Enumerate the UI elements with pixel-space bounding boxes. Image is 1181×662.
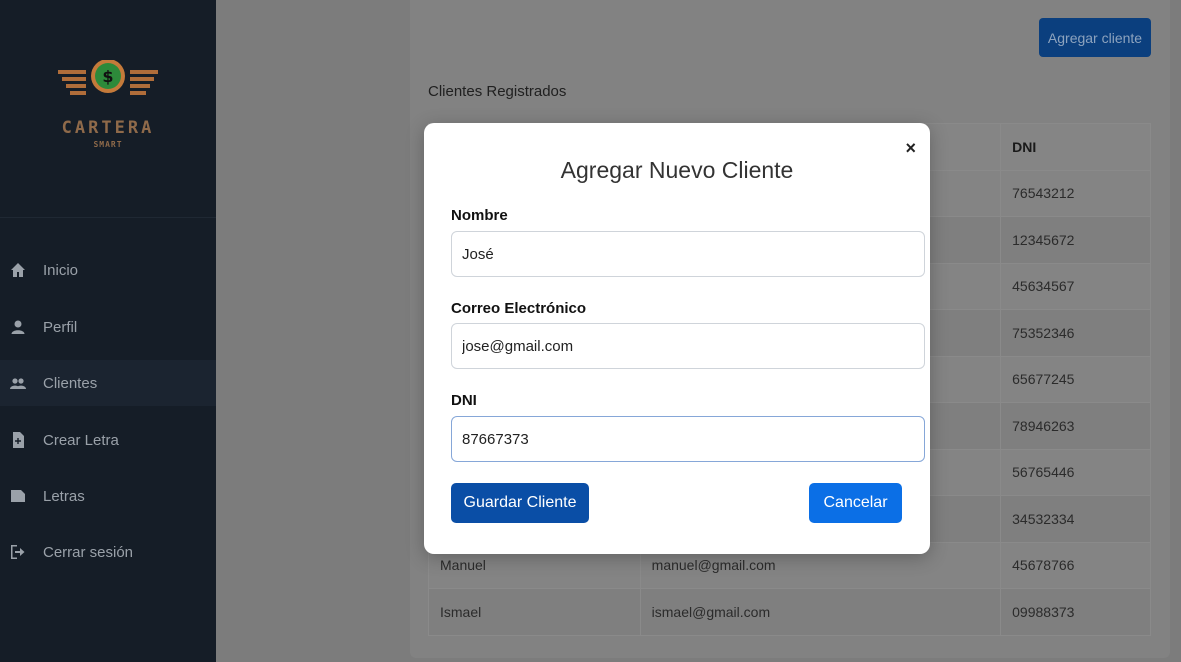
table-row: Ismael ismael@gmail.com 09988373	[428, 588, 1151, 636]
cell-dni: 34532334	[1000, 495, 1151, 543]
close-icon[interactable]: ×	[905, 139, 916, 157]
sidebar-item-label: Letras	[43, 487, 85, 505]
home-icon	[10, 262, 26, 278]
dni-input[interactable]	[451, 416, 925, 462]
cancel-button[interactable]: Cancelar	[809, 483, 902, 523]
cell-email: ismael@gmail.com	[639, 588, 1002, 636]
sidebar-item-label: Clientes	[43, 374, 98, 392]
brand-subtitle: SMART	[93, 140, 123, 149]
save-client-button[interactable]: Guardar Cliente	[451, 483, 589, 523]
cell-dni: 45678766	[1000, 541, 1151, 589]
email-field[interactable]	[451, 323, 925, 369]
cell-dni: 09988373	[1000, 588, 1151, 636]
user-icon	[10, 319, 26, 335]
sidebar-item-perfil[interactable]: Perfil	[0, 304, 216, 350]
add-client-button[interactable]: Agregar cliente	[1039, 18, 1151, 57]
file-icon	[10, 488, 26, 504]
cell-dni: 75352346	[1000, 309, 1151, 357]
modal-title: Agregar Nuevo Cliente	[560, 157, 794, 183]
add-client-modal: × Agregar Nuevo Cliente Nombre Correo El…	[424, 123, 930, 554]
sidebar-item-label: Perfil	[43, 318, 78, 336]
cell-dni: 12345672	[1000, 216, 1151, 264]
sidebar-item-label: Cerrar sesión	[43, 543, 134, 561]
logo: $ CARTERA SMART	[0, 0, 216, 218]
svg-text:$: $	[102, 67, 113, 86]
cell-dni: 78946263	[1000, 402, 1151, 450]
cartera-logo-icon: $	[58, 60, 158, 95]
brand-name: CARTERA	[61, 118, 155, 138]
file-plus-icon	[10, 432, 26, 448]
dni-label: DNI	[451, 392, 477, 409]
logout-icon	[10, 544, 26, 560]
sidebar-item-inicio[interactable]: Inicio	[0, 247, 216, 293]
sidebar-item-clientes[interactable]: Clientes	[0, 360, 216, 406]
cell-dni: 45634567	[1000, 262, 1151, 310]
sidebar-item-label: Inicio	[43, 261, 79, 279]
sidebar-item-cerrar-sesion[interactable]: Cerrar sesión	[0, 529, 216, 575]
cell-dni: 65677245	[1000, 355, 1151, 403]
sidebar-item-crear-letra[interactable]: Crear Letra	[0, 417, 216, 463]
cell-name: Ismael	[428, 588, 641, 636]
sidebar-item-letras[interactable]: Letras	[0, 473, 216, 519]
section-title: Clientes Registrados	[428, 83, 567, 100]
sidebar-item-label: Crear Letra	[43, 431, 119, 449]
column-header: DNI	[1000, 123, 1151, 171]
correo-label: Correo Electrónico	[451, 300, 587, 317]
nombre-label: Nombre	[451, 207, 508, 224]
sidebar: $ CARTERA SMART Inicio Perfil Clientes C…	[0, 0, 216, 662]
users-icon	[10, 375, 26, 391]
cell-dni: 56765446	[1000, 448, 1151, 496]
cell-dni: 76543212	[1000, 169, 1151, 217]
nombre-input[interactable]	[451, 231, 925, 277]
